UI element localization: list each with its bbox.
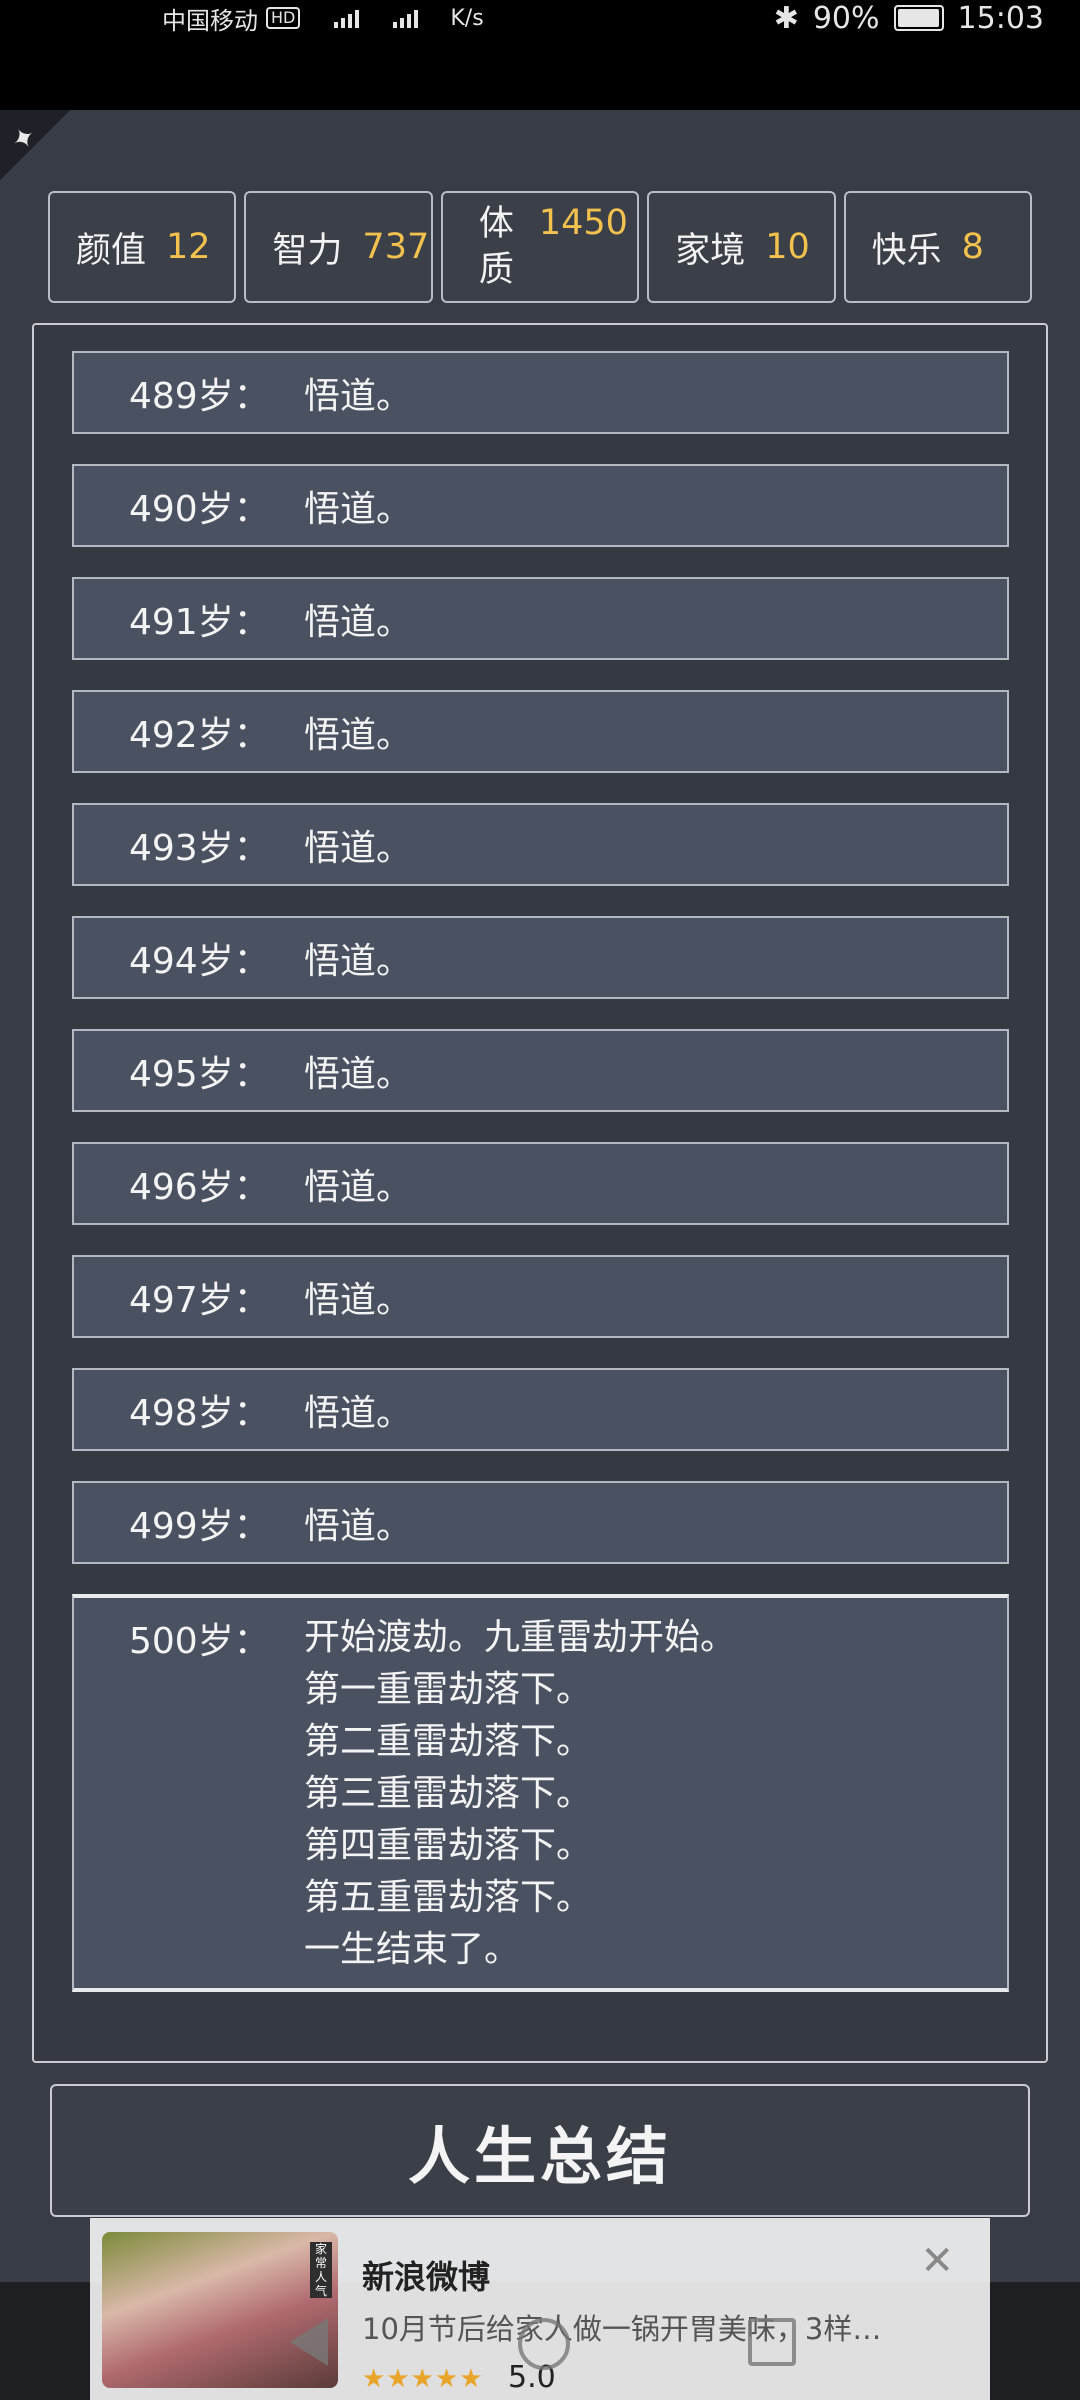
log-row: 490岁： 悟道。 — [72, 464, 1009, 547]
log-line: 第三重雷劫落下。 — [304, 1773, 593, 1814]
log-row: 498岁： 悟道。 — [72, 1368, 1009, 1451]
attribute-value: 737 — [362, 227, 430, 267]
log-text: 悟道。 — [304, 1279, 413, 1321]
log-age: 495岁： — [129, 1053, 270, 1095]
ad-title[interactable]: 新浪微博 — [362, 2252, 490, 2298]
log-age: 494岁： — [129, 940, 270, 982]
attribute-name: 家境 — [675, 230, 746, 271]
status-bar: 中国移动 HD K/s ✱ 90% 15:03 — [0, 0, 1080, 110]
log-age: 491岁： — [129, 601, 270, 643]
log-row: 495岁： 悟道。 — [72, 1029, 1009, 1112]
log-line: 第五重雷劫落下。 — [304, 1877, 593, 1918]
log-text: 悟道。 — [304, 714, 413, 756]
log-text: 悟道。 — [304, 488, 413, 530]
log-text: 悟道。 — [304, 940, 413, 982]
log-age: 490岁： — [129, 488, 270, 530]
log-age: 498岁： — [129, 1392, 270, 1434]
attribute-appearance: 颜值 12 — [48, 191, 237, 303]
log-row: 496岁： 悟道。 — [72, 1142, 1009, 1225]
log-age: 492岁： — [129, 714, 270, 756]
battery-icon — [893, 5, 944, 31]
bluetooth-icon: ✱ — [773, 0, 799, 36]
attribute-name: 智力 — [272, 230, 343, 271]
log-text-lines: 开始渡劫。九重雷劫开始。 第一重雷劫落下。 第二重雷劫落下。 第三重雷劫落下。 … — [304, 1598, 736, 1976]
log-text: 悟道。 — [304, 1505, 413, 1547]
log-text: 悟道。 — [304, 1392, 413, 1434]
log-text: 悟道。 — [304, 601, 413, 643]
log-text: 悟道。 — [304, 1166, 413, 1208]
log-row-final: 500岁： 开始渡劫。九重雷劫开始。 第一重雷劫落下。 第二重雷劫落下。 第三重… — [72, 1594, 1009, 1992]
attribute-intelligence: 智力 737 — [244, 191, 433, 303]
log-row: 491岁： 悟道。 — [72, 577, 1009, 660]
back-icon[interactable] — [290, 2318, 328, 2366]
log-age: 496岁： — [129, 1166, 270, 1208]
log-row: 489岁： 悟道。 — [72, 351, 1009, 434]
log-age: 493岁： — [129, 827, 270, 869]
attribute-name: 快乐 — [871, 230, 942, 271]
log-line: 第四重雷劫落下。 — [304, 1825, 593, 1866]
attribute-name: 颜值 — [76, 230, 147, 271]
network-speed: K/s — [450, 5, 484, 31]
home-icon[interactable] — [518, 2318, 570, 2370]
battery-percent: 90% — [812, 0, 880, 36]
ad-description[interactable]: 10月节后给家人做一锅开胃美味，3样… — [362, 2306, 881, 2348]
attribute-happiness: 快乐 8 — [843, 191, 1033, 303]
life-log-panel[interactable]: 489岁： 悟道。 490岁： 悟道。 491岁： 悟道。 492岁： 悟道。 … — [32, 323, 1048, 2063]
attribute-value: 8 — [961, 227, 984, 267]
recent-apps-icon[interactable] — [748, 2318, 796, 2366]
log-text: 悟道。 — [304, 375, 413, 417]
log-age: 499岁： — [129, 1505, 270, 1547]
log-text: 悟道。 — [304, 827, 413, 869]
log-line: 一生结束了。 — [304, 1929, 521, 1970]
log-line: 开始渡劫。九重雷劫开始。 — [304, 1617, 737, 1658]
signal-icon — [334, 8, 360, 28]
log-line: 第一重雷劫落下。 — [304, 1669, 593, 1710]
carrier-label: 中国移动 — [162, 6, 258, 35]
ad-banner[interactable]: 家常人气 新浪微博 10月节后给家人做一锅开胃美味，3样… ★★★★★ 5.0 … — [90, 2218, 990, 2400]
attribute-value: 10 — [765, 227, 810, 267]
log-age: 489岁： — [129, 375, 270, 417]
attribute-family: 家境 10 — [647, 191, 836, 303]
log-row: 499岁： 悟道。 — [72, 1481, 1009, 1564]
ad-thumbnail-tag: 家常人气 — [310, 2242, 332, 2298]
life-summary-button[interactable]: 人生总结 — [50, 2084, 1030, 2217]
log-age: 497岁： — [129, 1279, 270, 1321]
attribute-bar: 颜值 12 智力 737 体质 1450 家境 10 快乐 8 — [48, 191, 1033, 303]
log-line: 第二重雷劫落下。 — [304, 1721, 593, 1762]
clock: 15:03 — [957, 0, 1044, 36]
attribute-constitution: 体质 1450 — [440, 191, 640, 303]
close-icon[interactable]: ✕ — [920, 2238, 954, 2284]
signal-icon-2 — [393, 8, 419, 28]
log-row: 494岁： 悟道。 — [72, 916, 1009, 999]
attribute-name: 体质 — [478, 204, 514, 290]
status-right: ✱ 90% 15:03 — [774, 0, 1044, 36]
log-age: 500岁： — [129, 1621, 270, 1662]
attribute-value: 12 — [166, 227, 211, 267]
log-text: 悟道。 — [304, 1053, 413, 1095]
hd-badge: HD — [266, 7, 301, 29]
star-rating-icon: ★★★★★ — [362, 2364, 484, 2394]
log-row: 493岁： 悟道。 — [72, 803, 1009, 886]
attribute-value: 1450 — [538, 203, 628, 243]
status-left: 中国移动 HD K/s — [162, 0, 484, 36]
log-row: 497岁： 悟道。 — [72, 1255, 1009, 1338]
log-row: 492岁： 悟道。 — [72, 690, 1009, 773]
